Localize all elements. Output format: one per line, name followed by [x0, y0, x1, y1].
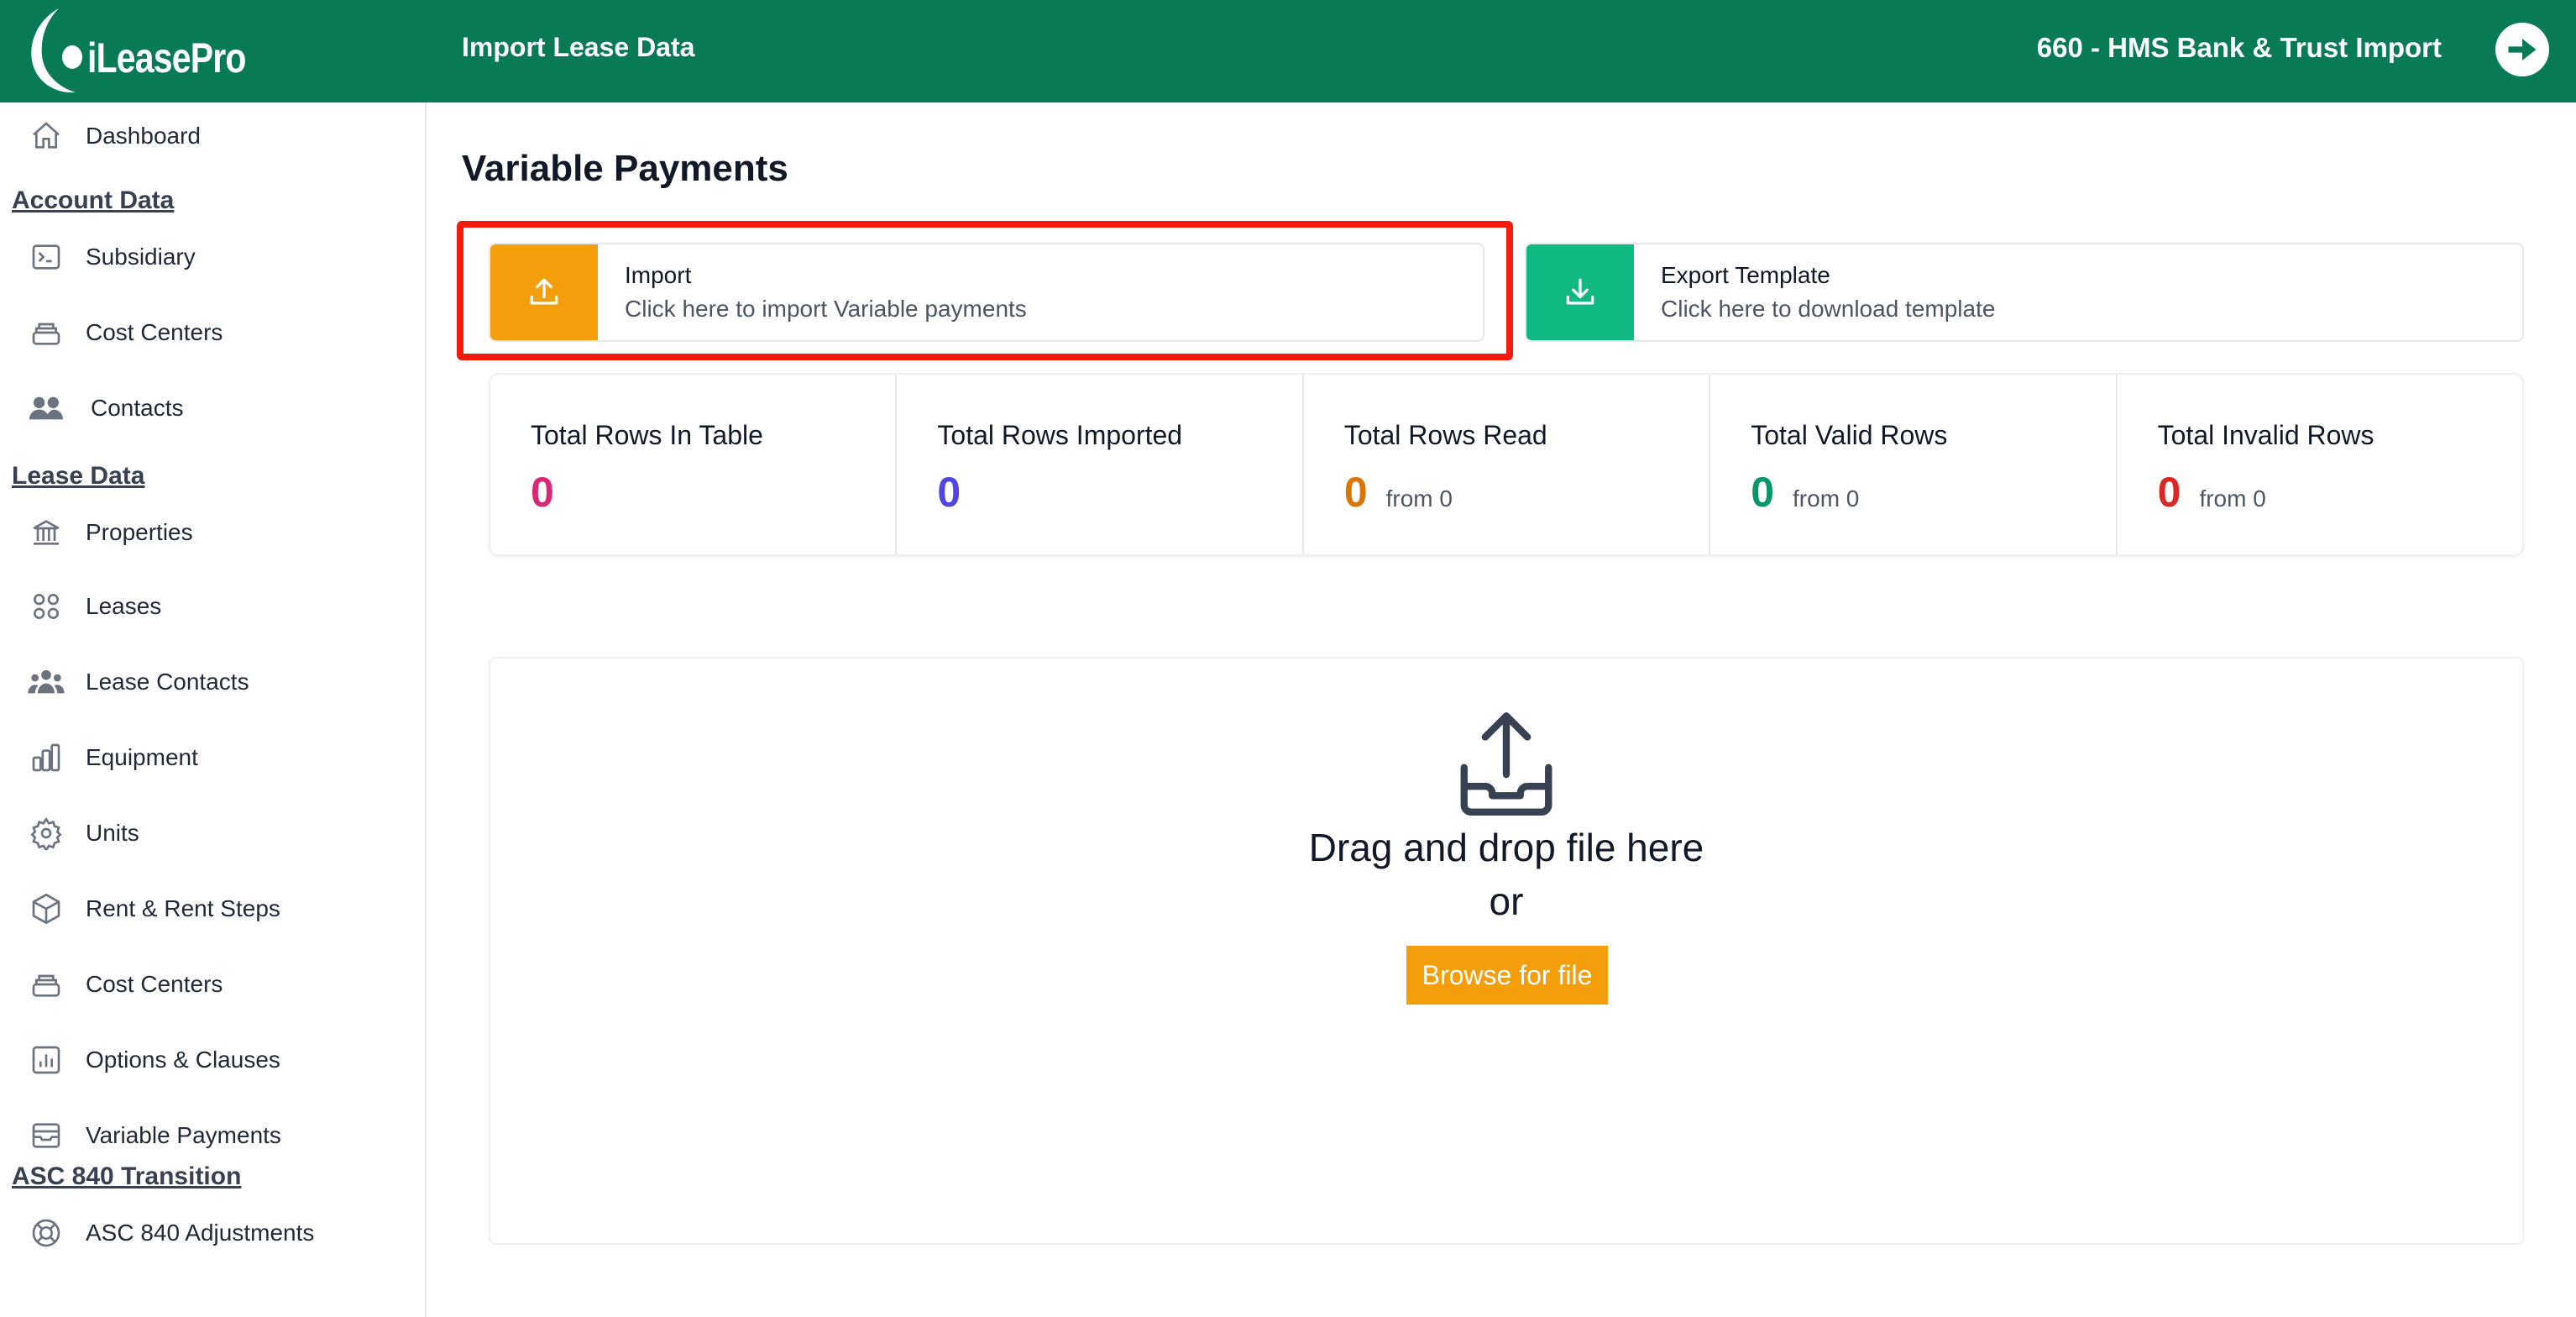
stat-total-rows-read: Total Rows Read 0 from 0 — [1304, 375, 1711, 554]
export-template-button[interactable]: Export Template Click here to download t… — [1525, 243, 2524, 342]
dropzone-instruction: Drag and drop file here — [1308, 826, 1704, 869]
logo-mark-icon — [31, 8, 82, 93]
file-dropzone[interactable]: Drag and drop file here or Browse for fi… — [489, 657, 2524, 1245]
sidebar-item-label: ASC 840 Adjustments — [86, 1220, 315, 1246]
sidebar: Dashboard Account Data Subsidiary Cost C… — [0, 102, 427, 1317]
sidebar-item-label: Dashboard — [86, 123, 201, 149]
sidebar-item-label: Leases — [86, 593, 162, 619]
ileasepro-logo[interactable]: iLeasePro — [25, 5, 252, 97]
stat-label: Total Rows Imported — [937, 420, 1183, 450]
sidebar-item-label: Variable Payments — [86, 1122, 281, 1148]
import-tile — [490, 244, 598, 340]
header-title: Import Lease Data — [462, 32, 695, 62]
stack-icon — [25, 963, 67, 1005]
stat-total-valid-rows: Total Valid Rows 0 from 0 — [1710, 375, 2118, 554]
building-icon — [25, 512, 67, 554]
logo-text: iLeasePro — [87, 34, 246, 81]
sidebar-item-label: Rent & Rent Steps — [86, 895, 280, 921]
export-subtitle: Click here to download template — [1661, 296, 1996, 322]
sidebar-item-label: Cost Centers — [86, 971, 223, 997]
section-heading-asc-840[interactable]: ASC 840 Transition — [12, 1162, 241, 1191]
sidebar-item-rent-steps[interactable]: Rent & Rent Steps — [25, 884, 280, 934]
stack-icon — [25, 312, 67, 354]
sidebar-item-label: Properties — [86, 519, 193, 545]
upload-icon — [530, 278, 558, 305]
export-title: Export Template — [1661, 262, 1830, 288]
import-button[interactable]: Import Click here to import Variable pay… — [489, 243, 1484, 342]
inbox-icon — [25, 1115, 67, 1157]
section-heading-account-data[interactable]: Account Data — [12, 186, 174, 215]
stat-from: from 0 — [1385, 485, 1453, 512]
sidebar-item-asc-840-adjustments[interactable]: ASC 840 Adjustments — [25, 1208, 314, 1258]
stat-total-rows-imported: Total Rows Imported 0 — [897, 375, 1304, 554]
sidebar-item-dashboard[interactable]: Dashboard — [25, 111, 201, 161]
browse-file-button[interactable]: Browse for file — [1406, 946, 1608, 1005]
sidebar-item-label: Lease Contacts — [86, 669, 249, 695]
sidebar-item-label: Cost Centers — [86, 319, 223, 345]
stat-value: 0 — [2157, 469, 2181, 516]
stat-total-rows-in-table: Total Rows In Table 0 — [490, 375, 898, 554]
stat-total-invalid-rows: Total Invalid Rows 0 from 0 — [2118, 375, 2522, 554]
user-group-icon — [25, 661, 67, 703]
sidebar-item-leases[interactable]: Leases — [25, 581, 161, 632]
users-icon — [25, 387, 67, 429]
grid-icon — [25, 585, 67, 627]
sidebar-item-options-clauses[interactable]: Options & Clauses — [25, 1035, 280, 1085]
lifebuoy-icon — [25, 1212, 67, 1254]
sidebar-item-lease-contacts[interactable]: Lease Contacts — [25, 657, 249, 707]
sidebar-item-properties[interactable]: Properties — [25, 507, 193, 558]
sidebar-item-contacts[interactable]: Contacts — [25, 383, 184, 433]
export-tile — [1526, 244, 1634, 340]
stat-value: 0 — [937, 469, 961, 516]
dropzone-or: or — [1489, 879, 1524, 923]
import-title: Import — [625, 262, 692, 288]
sidebar-item-label: Units — [86, 820, 139, 846]
import-subtitle: Click here to import Variable payments — [625, 296, 1027, 322]
download-icon — [1566, 278, 1594, 305]
sidebar-item-subsidiary[interactable]: Subsidiary — [25, 232, 196, 282]
cube-icon — [25, 888, 67, 930]
stat-value: 0 — [531, 469, 554, 516]
stat-value: 0 — [1343, 469, 1368, 516]
stat-from: from 0 — [2199, 485, 2266, 512]
sidebar-item-label: Subsidiary — [86, 244, 196, 270]
sidebar-item-variable-payments[interactable]: Variable Payments — [25, 1110, 281, 1161]
stat-from: from 0 — [1793, 485, 1860, 512]
chart-box-icon — [25, 1039, 67, 1081]
stat-label: Total Rows Read — [1343, 420, 1547, 450]
gear-icon — [25, 812, 67, 854]
stat-value: 0 — [1751, 469, 1775, 516]
top-navbar: iLeasePro Import Lease Data 660 - HMS Ba… — [0, 0, 2576, 102]
bar-chart-icon — [25, 737, 67, 779]
stat-label: Total Invalid Rows — [2157, 420, 2374, 450]
stat-label: Total Valid Rows — [1751, 420, 1948, 450]
sidebar-item-units[interactable]: Units — [25, 808, 139, 858]
terminal-icon — [25, 236, 67, 278]
stats-panel: Total Rows In Table 0 Total Rows Importe… — [489, 373, 2524, 556]
upload-tray-icon — [1460, 712, 1552, 816]
sidebar-item-cost-centers-lease[interactable]: Cost Centers — [25, 959, 223, 1010]
section-heading-lease-data[interactable]: Lease Data — [12, 462, 144, 491]
page-title: Variable Payments — [462, 148, 788, 189]
sidebar-item-equipment[interactable]: Equipment — [25, 732, 198, 783]
company-name: 660 - HMS Bank & Trust Import — [2036, 32, 2442, 63]
stat-label: Total Rows In Table — [531, 420, 763, 450]
sidebar-item-label: Equipment — [86, 744, 198, 770]
arrow-right-icon — [2508, 39, 2537, 60]
sidebar-item-cost-centers[interactable]: Cost Centers — [25, 307, 223, 358]
logout-button[interactable] — [2495, 23, 2549, 76]
home-icon — [25, 115, 67, 157]
sidebar-item-label: Contacts — [91, 395, 184, 421]
sidebar-item-label: Options & Clauses — [86, 1047, 280, 1073]
